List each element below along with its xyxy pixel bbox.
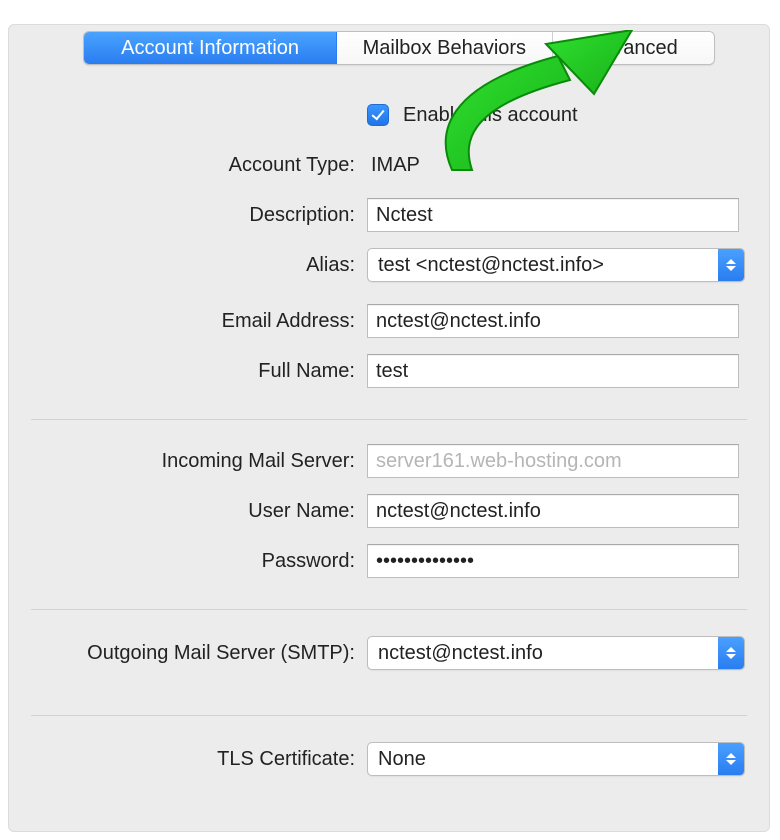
divider: [31, 715, 747, 716]
row-description: Description:: [9, 197, 769, 233]
row-enable: Enable this account: [9, 97, 769, 133]
label-alias: Alias:: [9, 254, 367, 277]
username-input[interactable]: [367, 494, 739, 528]
tls-select[interactable]: None: [367, 742, 745, 776]
tab-mailbox-behaviors[interactable]: Mailbox Behaviors: [337, 32, 552, 64]
label-incoming-server: Incoming Mail Server:: [9, 450, 367, 473]
tls-select-value: None: [378, 748, 426, 771]
row-account-type: Account Type: IMAP: [9, 147, 769, 183]
enable-account-checkbox[interactable]: [367, 104, 389, 126]
tab-label: Advanced: [589, 37, 678, 60]
checkmark-icon: [371, 107, 384, 121]
value-account-type: IMAP: [367, 154, 420, 177]
row-alias: Alias: test <nctest@nctest.info>: [9, 247, 769, 283]
tab-advanced[interactable]: Advanced: [553, 32, 714, 64]
password-input[interactable]: [367, 544, 739, 578]
incoming-server-input: [367, 444, 739, 478]
label-password: Password:: [9, 550, 367, 573]
smtp-select[interactable]: nctest@nctest.info: [367, 636, 745, 670]
row-password: Password:: [9, 543, 769, 579]
tab-label: Account Information: [121, 37, 299, 60]
description-input[interactable]: [367, 198, 739, 232]
alias-select-value: test <nctest@nctest.info>: [378, 254, 604, 277]
label-username: User Name:: [9, 500, 367, 523]
label-full-name: Full Name:: [9, 360, 367, 383]
smtp-select-value: nctest@nctest.info: [378, 642, 543, 665]
tab-account-information[interactable]: Account Information: [84, 32, 337, 64]
alias-select[interactable]: test <nctest@nctest.info>: [367, 248, 745, 282]
tab-bar: Account Information Mailbox Behaviors Ad…: [83, 31, 715, 65]
label-description: Description:: [9, 204, 367, 227]
row-tls: TLS Certificate: None: [9, 741, 769, 777]
email-input[interactable]: [367, 304, 739, 338]
row-full-name: Full Name:: [9, 353, 769, 389]
full-name-input[interactable]: [367, 354, 739, 388]
row-email: Email Address:: [9, 303, 769, 339]
updown-icon: [718, 743, 744, 775]
updown-icon: [718, 637, 744, 669]
divider: [31, 419, 747, 420]
updown-icon: [718, 249, 744, 281]
label-email: Email Address:: [9, 310, 367, 333]
row-incoming-server: Incoming Mail Server:: [9, 443, 769, 479]
tab-label: Mailbox Behaviors: [363, 37, 526, 60]
label-account-type: Account Type:: [9, 154, 367, 177]
label-tls: TLS Certificate:: [9, 748, 367, 771]
divider: [31, 609, 747, 610]
row-smtp: Outgoing Mail Server (SMTP): nctest@ncte…: [9, 635, 769, 671]
enable-account-label: Enable this account: [399, 104, 578, 127]
row-username: User Name:: [9, 493, 769, 529]
preferences-panel: Account Information Mailbox Behaviors Ad…: [8, 24, 770, 832]
label-smtp: Outgoing Mail Server (SMTP):: [9, 642, 367, 665]
